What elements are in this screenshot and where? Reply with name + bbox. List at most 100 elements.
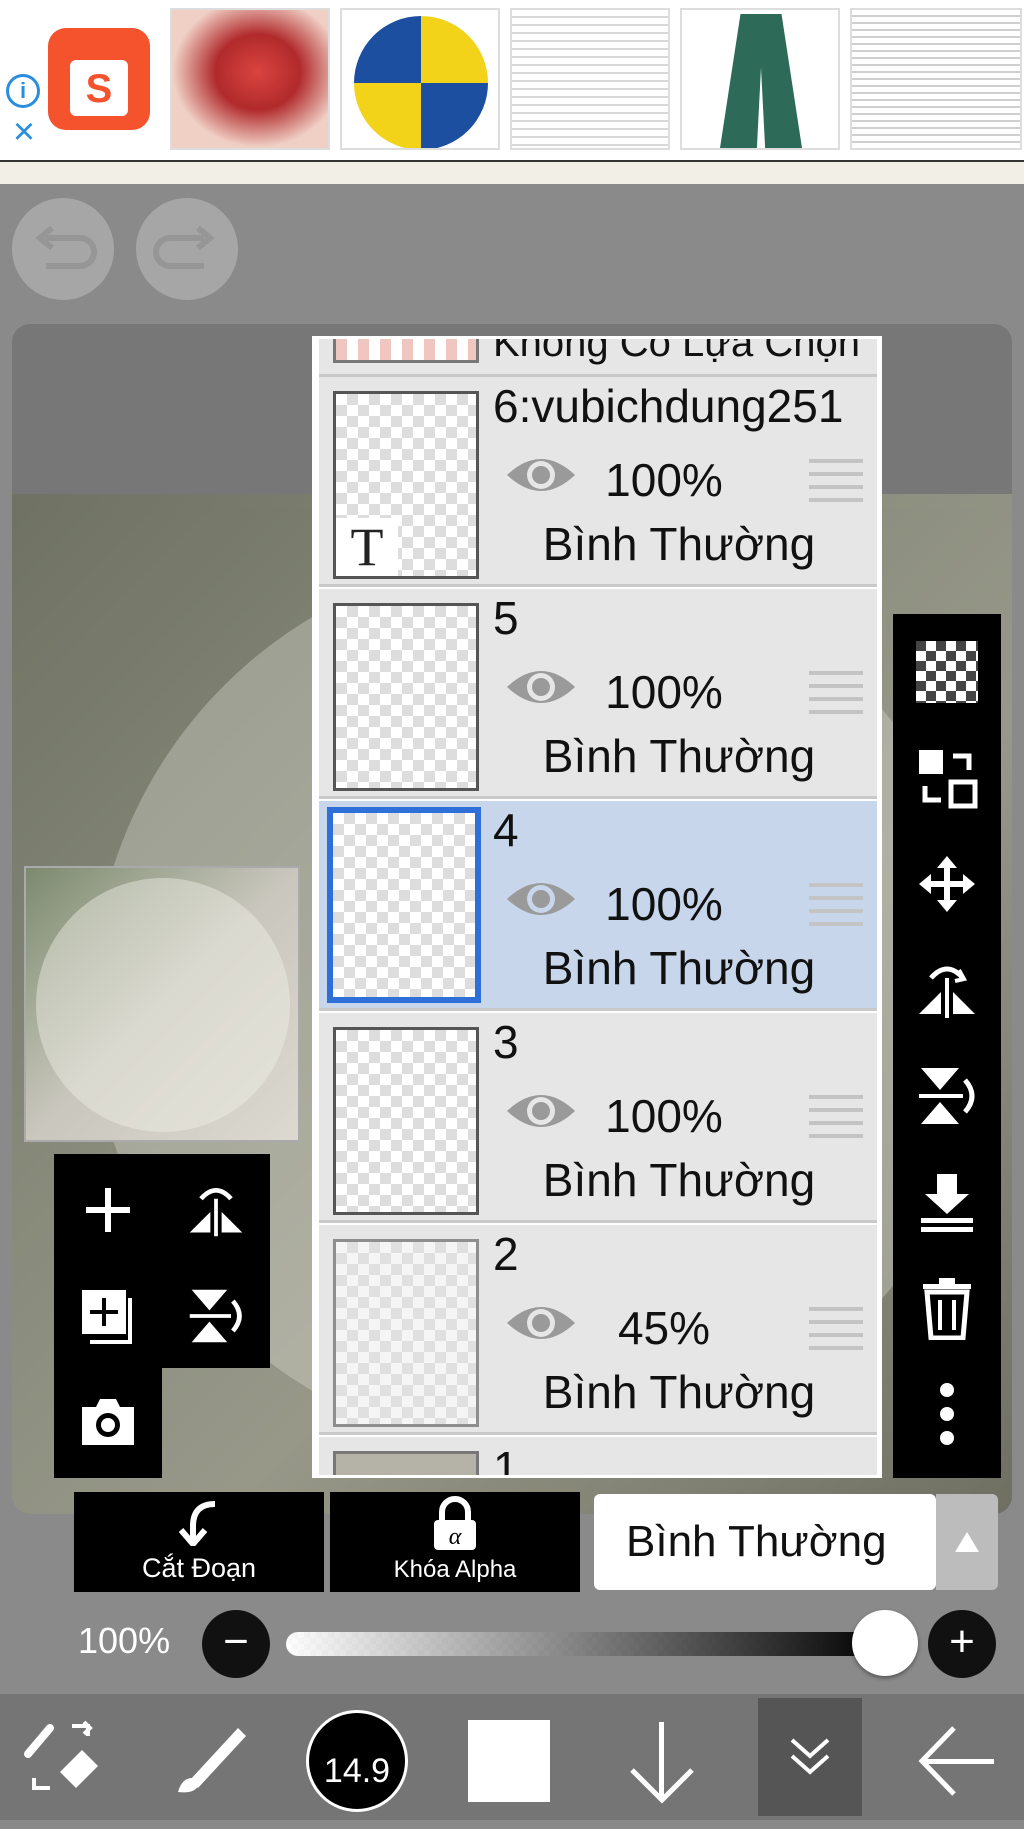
flip-vertical-icon	[189, 1289, 242, 1343]
layer-row-4-selected[interactable]: 4 100% Bình Thường	[319, 801, 877, 1011]
layer-partial-label: Không Có Lựa Chọn	[493, 339, 861, 365]
layer-blend-mode: Bình Thường	[542, 942, 816, 994]
shopee-bag-icon[interactable]: S	[48, 28, 150, 130]
color-swatch[interactable]	[468, 1720, 550, 1802]
layer-opacity: 100%	[605, 454, 723, 506]
brush-size-indicator[interactable]: 14.9	[306, 1710, 408, 1812]
move-icon	[919, 856, 975, 912]
layer-name: 6:vubichdung251	[493, 380, 844, 432]
flip-vertical-button[interactable]	[911, 1060, 983, 1132]
visibility-eye-icon[interactable]	[505, 449, 577, 501]
brush-eraser-toggle-button[interactable]	[20, 1714, 106, 1800]
drag-handle-icon[interactable]	[809, 671, 863, 717]
visibility-eye-icon[interactable]	[505, 1297, 577, 1349]
brush-eraser-swap-icon	[24, 1720, 98, 1790]
add-photo-layer-button[interactable]	[68, 1382, 148, 1462]
opacity-increase-button[interactable]: +	[928, 1610, 996, 1678]
opacity-slider-knob[interactable]	[852, 1610, 918, 1676]
layer-row-2[interactable]: 2 45% Bình Thường	[319, 1225, 877, 1435]
opacity-decrease-button[interactable]: −	[202, 1610, 270, 1678]
info-icon[interactable]: i	[6, 74, 40, 108]
collapse-panel-button[interactable]	[758, 1698, 862, 1816]
clipping-button[interactable]: Cắt Đoạn	[74, 1492, 324, 1592]
drag-handle-icon[interactable]	[809, 883, 863, 929]
camera-icon	[82, 1399, 134, 1445]
layer-opacity: 100%	[605, 878, 723, 930]
layer-thumbnail[interactable]: T	[333, 391, 479, 579]
back-button[interactable]	[918, 1716, 998, 1806]
lock-icon: α	[434, 1496, 476, 1550]
ad-banner[interactable]: i × S	[0, 0, 1024, 160]
layer-name: 2	[493, 1228, 519, 1280]
camera-toolbar	[54, 1368, 162, 1478]
alpha-lock-button[interactable]: α Khóa Alpha	[330, 1492, 580, 1592]
layer-thumbnail[interactable]	[333, 1027, 479, 1215]
flip-vertical-icon	[919, 1068, 975, 1124]
ad-image-volleyball[interactable]	[340, 8, 500, 150]
ad-image-document-2[interactable]	[850, 8, 1022, 150]
layer-partial-top[interactable]: Không Có Lựa Chọn	[319, 339, 877, 377]
undo-icon	[35, 225, 97, 269]
undo-button[interactable]	[12, 198, 114, 300]
swap-layers-icon	[919, 750, 978, 809]
trash-icon	[923, 1278, 971, 1340]
plus-icon	[86, 1188, 130, 1232]
add-layer-button[interactable]	[68, 1170, 148, 1250]
drag-handle-icon[interactable]	[809, 1307, 863, 1353]
layer-row-6[interactable]: T 6:vubichdung251 100% Bình Thường	[319, 377, 877, 587]
layer-name: 3	[493, 1016, 519, 1068]
layer-opacity: 45%	[617, 1302, 711, 1354]
double-chevron-down-icon	[790, 1738, 830, 1775]
blend-mode-select[interactable]: Bình Thường	[594, 1494, 936, 1590]
flip-layer-vertical-button[interactable]	[176, 1276, 256, 1356]
more-vertical-icon	[940, 1383, 954, 1445]
layer-thumbnail[interactable]	[333, 1239, 479, 1427]
ad-image-document[interactable]	[510, 8, 670, 150]
merge-down-icon	[921, 1174, 973, 1232]
layer-blend-mode: Bình Thường	[542, 1366, 816, 1418]
visibility-eye-icon[interactable]	[505, 1085, 577, 1137]
opacity-slider[interactable]	[286, 1632, 886, 1656]
arrow-down-icon	[630, 1722, 694, 1804]
ad-divider	[0, 160, 1024, 184]
move-button[interactable]	[911, 848, 983, 920]
brush-icon	[178, 1728, 246, 1793]
layer-name: 4	[493, 804, 519, 856]
brush-tool-button[interactable]	[170, 1714, 256, 1800]
close-icon[interactable]: ×	[8, 113, 40, 151]
transparent-fill-button[interactable]	[911, 636, 983, 708]
drag-handle-icon[interactable]	[809, 1095, 863, 1141]
ad-image-green-pants[interactable]	[680, 8, 840, 150]
opacity-value: 100%	[78, 1620, 171, 1661]
redo-button[interactable]	[136, 198, 238, 300]
clipping-label: Cắt Đoạn	[141, 1553, 257, 1583]
visibility-eye-icon[interactable]	[505, 661, 577, 713]
layer-down-button[interactable]	[622, 1716, 702, 1806]
flip-horizontal-button[interactable]	[911, 954, 983, 1026]
merge-down-button[interactable]	[911, 1166, 983, 1238]
visibility-eye-icon[interactable]	[505, 873, 577, 925]
canvas-preview-thumbnail[interactable]	[24, 866, 300, 1142]
flip-layer-horizontal-button[interactable]	[176, 1170, 256, 1250]
drag-handle-icon[interactable]	[809, 459, 863, 505]
layer-row-3[interactable]: 3 100% Bình Thường	[319, 1013, 877, 1223]
layer-thumbnail[interactable]	[333, 603, 479, 791]
delete-layer-button[interactable]	[911, 1272, 983, 1344]
text-layer-icon: T	[336, 518, 398, 576]
layer-name: 1	[493, 1442, 519, 1477]
alpha-lock-label: Khóa Alpha	[393, 1556, 517, 1583]
ad-image-lipstick[interactable]	[170, 8, 330, 150]
layer-tools-toolbar	[893, 614, 1001, 1478]
duplicate-layer-button[interactable]	[68, 1276, 148, 1356]
layer-swap-button[interactable]	[911, 742, 983, 814]
layer-thumbnail[interactable]	[327, 807, 481, 1003]
more-options-button[interactable]	[911, 1378, 983, 1450]
layer-row-5[interactable]: 5 100% Bình Thường	[319, 589, 877, 799]
layer-blend-mode: Bình Thường	[542, 730, 816, 782]
blend-mode-dropdown-button[interactable]	[936, 1494, 998, 1590]
checkerboard-icon	[916, 641, 978, 703]
layers-panel[interactable]: Không Có Lựa Chọn T 6:vubichdung251 100%…	[312, 336, 882, 1478]
plus-icon: +	[949, 1617, 975, 1666]
layer-partial-bottom[interactable]: 1	[319, 1437, 877, 1477]
layer-name: 5	[493, 592, 519, 644]
